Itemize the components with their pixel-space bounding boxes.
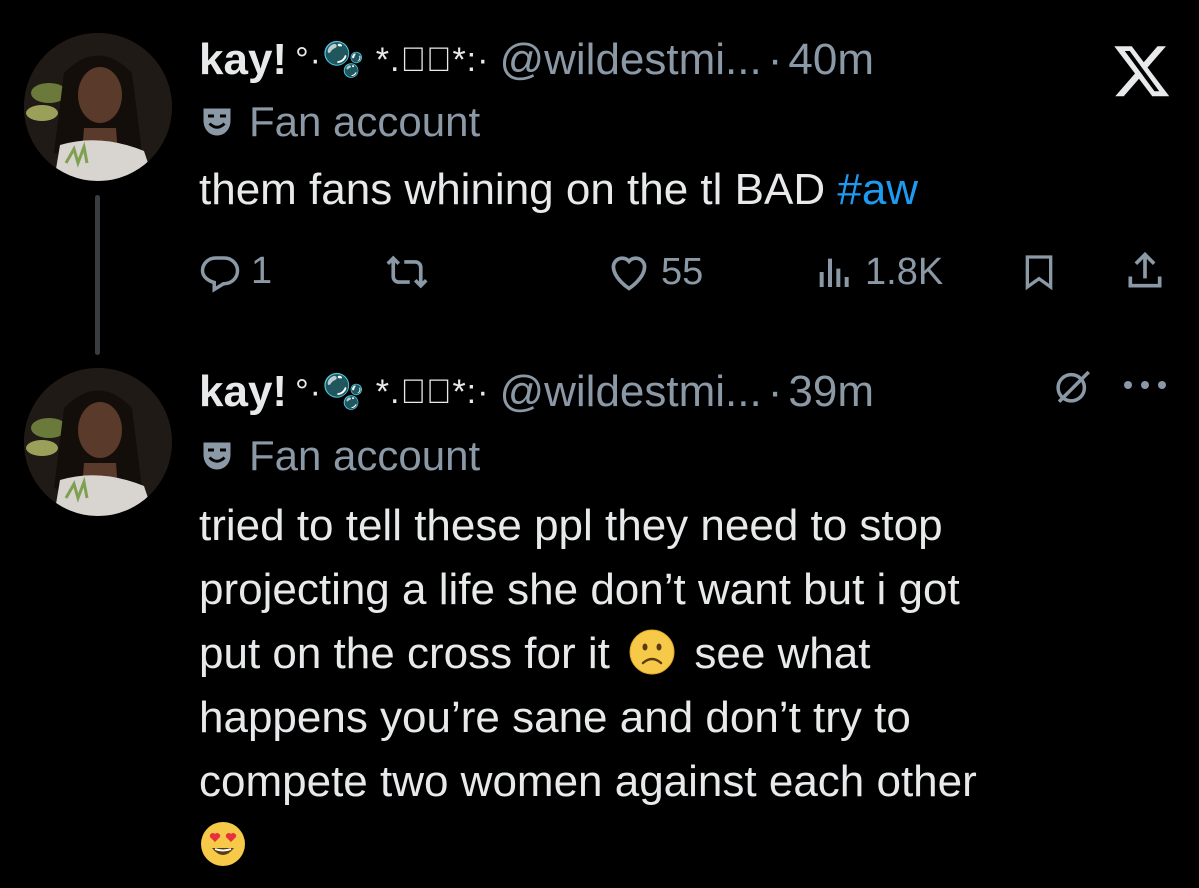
fan-account-label: Fan account (249, 432, 481, 479)
timestamp[interactable]: 40m (788, 35, 874, 85)
mask-icon (203, 108, 231, 136)
tweet-text-line-with-emoji: put on the cross for it see what (199, 622, 977, 686)
grok-icon[interactable] (1052, 365, 1094, 407)
fan-account-label: Fan account (249, 98, 481, 145)
reply-icon (200, 255, 240, 293)
views-icon (819, 258, 849, 287)
display-name[interactable]: kay! (199, 367, 287, 417)
share-button[interactable] (1123, 248, 1167, 294)
separator-dot: · (767, 367, 783, 416)
name-decoration: °·🫧 *.⸙ૂ*:· (295, 41, 490, 79)
fan-account-badge: Fan account (199, 98, 480, 146)
hashtag-link[interactable]: #aw (837, 165, 918, 214)
display-name[interactable]: kay! (199, 35, 287, 85)
view-count: 1.8K (865, 250, 944, 293)
tweet-text: tried to tell these ppl they need to sto… (199, 494, 977, 878)
share-icon (1128, 251, 1162, 288)
tweet-header: kay! °·🫧 *.⸙ૂ*:· @wildestmi... · 40m (199, 32, 874, 88)
bookmark-button[interactable] (1019, 250, 1059, 294)
retweet-icon (386, 255, 428, 289)
reply-button[interactable]: 1 (199, 250, 272, 293)
tweet-text: them fans whining on the tl BAD #aw (199, 158, 918, 222)
tweet-text-line: happens you’re sane and don’t try to (199, 693, 911, 742)
tweet-text-segment: put on the cross for it (199, 629, 610, 678)
avatar-photo-icon (24, 368, 172, 516)
tweet-text-segment: see what (694, 629, 871, 678)
tweet-body: them fans whining on the tl BAD (199, 165, 826, 214)
heart-eyes-emoji-icon (201, 822, 245, 866)
tweet-text-line: projecting a life she don’t want but i g… (199, 565, 960, 614)
separator-dot: · (767, 35, 783, 84)
tweet-text-line: compete two women against each other (199, 757, 977, 806)
frowning-face-emoji-icon (629, 629, 675, 675)
bookmark-icon (1025, 255, 1053, 291)
more-icon[interactable] (1118, 370, 1172, 400)
tweet-text-line: tried to tell these ppl they need to sto… (199, 501, 943, 550)
tweet-text-line-emoji (199, 814, 977, 878)
mask-icon (203, 442, 231, 470)
heart-icon (611, 256, 647, 291)
handle[interactable]: @wildestmi... (499, 35, 761, 85)
thread-connector-line (95, 195, 100, 355)
handle[interactable]: @wildestmi... (499, 367, 761, 417)
retweet-button[interactable] (385, 250, 439, 294)
x-logo-icon[interactable] (1112, 40, 1172, 100)
views-button[interactable]: 1.8K (815, 250, 943, 294)
action-bar: 1 55 1.8K (199, 246, 1179, 302)
fan-account-badge: Fan account (199, 432, 480, 480)
avatar[interactable] (24, 368, 172, 516)
reply-count: 1 (251, 250, 273, 292)
like-button[interactable]: 55 (607, 250, 703, 294)
timestamp[interactable]: 39m (788, 367, 874, 417)
name-decoration: °·🫧 *.⸙ૂ*:· (295, 373, 490, 411)
avatar-photo-icon (24, 33, 172, 181)
tweet-header: kay! °·🫧 *.⸙ૂ*:· @wildestmi... · 39m (199, 364, 874, 420)
avatar[interactable] (24, 33, 172, 181)
like-count: 55 (661, 250, 704, 293)
